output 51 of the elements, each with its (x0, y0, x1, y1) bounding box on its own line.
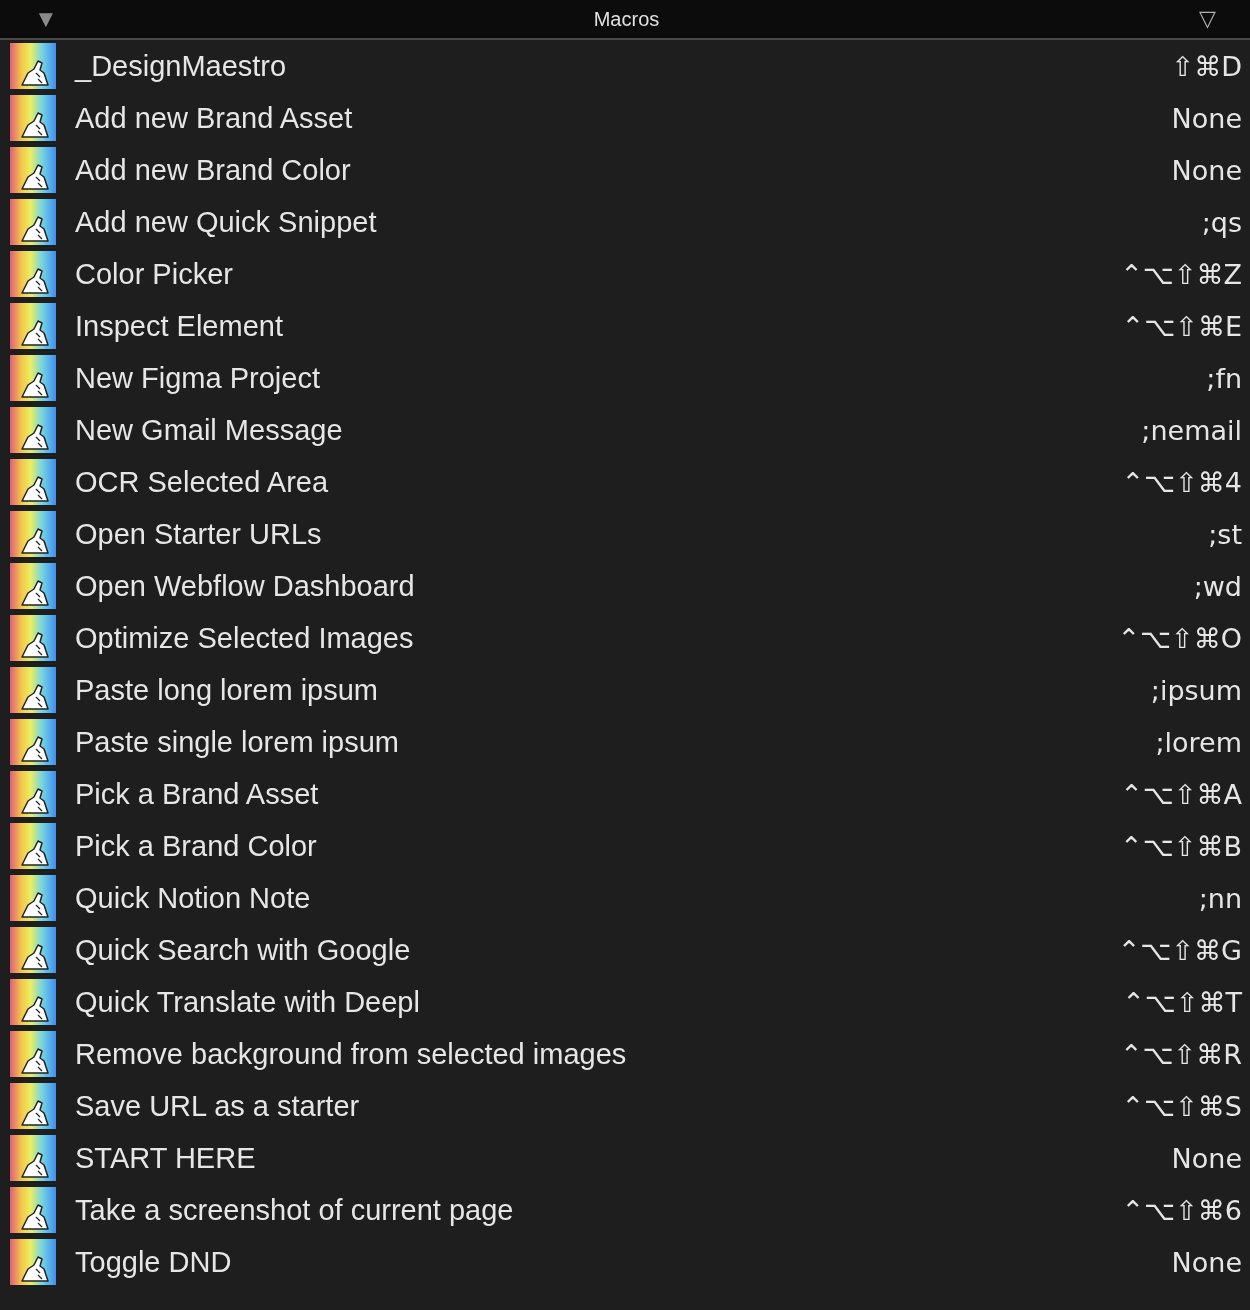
macro-name[interactable]: Inspect Element (75, 309, 283, 343)
macro-trigger: None (1171, 1246, 1242, 1278)
macro-trigger: ⌃⌥⇧⌘T (1122, 986, 1242, 1018)
macro-trigger: None (1171, 102, 1242, 134)
macro-name[interactable]: Optimize Selected Images (75, 621, 414, 655)
macro-trigger: ;ipsum (1150, 674, 1242, 706)
macro-name[interactable]: Save URL as a starter (75, 1089, 360, 1123)
macro-trigger: ⌃⌥⇧⌘S (1121, 1090, 1242, 1122)
macro-name[interactable]: Paste single lorem ipsum (75, 725, 399, 759)
macro-trigger: None (1171, 154, 1242, 186)
macro-trigger: ;fn (1206, 362, 1242, 394)
macro-trigger: ;qs (1201, 206, 1242, 238)
macro-name[interactable]: Add new Quick Snippet (75, 205, 377, 239)
macro-trigger: ;wd (1193, 570, 1242, 602)
macro-name[interactable]: New Figma Project (75, 361, 320, 395)
macro-name[interactable]: Pick a Brand Color (75, 829, 317, 863)
macro-name[interactable]: Take a screenshot of current page (75, 1193, 514, 1227)
sort-toggle[interactable]: ▽ (1199, 6, 1216, 32)
macro-trigger: ⌃⌥⇧⌘O (1117, 622, 1242, 654)
macro-name[interactable]: Color Picker (75, 257, 233, 291)
macro-name[interactable]: Add new Brand Color (75, 153, 351, 187)
macro-name[interactable]: START HERE (75, 1141, 256, 1175)
macro-name[interactable]: Pick a Brand Asset (75, 777, 319, 811)
column-title: Macros (592, 7, 661, 31)
macro-trigger: ;nemail (1141, 414, 1242, 446)
macro-name[interactable]: Toggle DND (75, 1245, 232, 1279)
macro-trigger: ⇧⌘D (1171, 50, 1242, 82)
macro-trigger: ;st (1208, 518, 1242, 550)
macro-trigger: ⌃⌥⇧⌘G (1117, 934, 1242, 966)
macro-name[interactable]: Quick Search with Google (75, 933, 411, 967)
macro-trigger: ⌃⌥⇧⌘R (1119, 1038, 1242, 1070)
macro-trigger: ⌃⌥⇧⌘B (1120, 830, 1242, 862)
macro-trigger: None (1171, 1142, 1242, 1174)
macro-name[interactable]: New Gmail Message (75, 413, 343, 447)
macro-name[interactable]: OCR Selected Area (75, 465, 329, 499)
macro-name[interactable]: Quick Notion Note (75, 881, 311, 915)
macro-name[interactable]: Add new Brand Asset (75, 101, 353, 135)
collapse-toggle[interactable]: ▼ (34, 5, 54, 33)
macro-trigger: ⌃⌥⇧⌘E (1121, 310, 1242, 342)
macro-name[interactable]: _DesignMaestro (75, 49, 287, 83)
macro-name[interactable]: Remove background from selected images (75, 1037, 627, 1071)
macro-name[interactable]: Open Webflow Dashboard (75, 569, 415, 603)
macro-name[interactable]: Paste long lorem ipsum (75, 673, 379, 707)
macro-trigger: ⌃⌥⇧⌘6 (1121, 1194, 1242, 1226)
macro-trigger: ;nn (1198, 882, 1242, 914)
macro-trigger: ⌃⌥⇧⌘4 (1121, 466, 1242, 498)
macro-name[interactable]: Quick Translate with Deepl (75, 985, 420, 1019)
macro-trigger: ⌃⌥⇧⌘A (1120, 778, 1242, 810)
macro-trigger: ⌃⌥⇧⌘Z (1120, 258, 1242, 290)
macro-name[interactable]: Open Starter URLs (75, 517, 322, 551)
macro-trigger: ;lorem (1155, 726, 1242, 758)
